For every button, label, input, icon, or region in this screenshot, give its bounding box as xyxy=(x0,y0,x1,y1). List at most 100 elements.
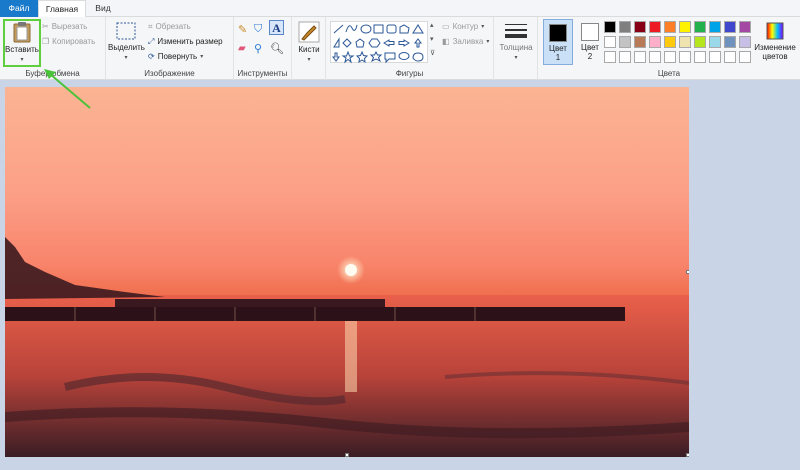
palette-swatch[interactable] xyxy=(739,21,751,33)
palette-swatch[interactable] xyxy=(739,36,751,48)
palette-swatch[interactable] xyxy=(694,21,706,33)
tools-group: ✎ ⛉ A ▰ ⚲ 🔍︎ Инструменты xyxy=(234,17,292,80)
select-button[interactable]: Выделить ▾ xyxy=(108,21,145,63)
fill-bucket-icon[interactable]: ⛉ xyxy=(254,23,262,36)
callout-cloud-shape-icon xyxy=(412,52,424,62)
workspace xyxy=(0,81,800,470)
chevron-down-icon: ▾ xyxy=(481,24,485,30)
selection-icon xyxy=(116,22,136,40)
color-picker-icon[interactable]: ⚲ xyxy=(254,42,262,55)
chevron-up-icon[interactable]: ▴ xyxy=(430,21,434,29)
tab-home[interactable]: Главная xyxy=(38,0,86,18)
palette-swatch[interactable] xyxy=(664,21,676,33)
shapes-gallery xyxy=(330,21,428,64)
resize-handle-bottom[interactable] xyxy=(345,453,349,457)
palette-swatch[interactable] xyxy=(649,51,661,63)
palette-swatch[interactable] xyxy=(619,36,631,48)
magnifier-icon[interactable]: 🔍︎ xyxy=(270,42,284,55)
copy-icon: ❐ xyxy=(42,37,50,46)
eraser-icon[interactable]: ▰ xyxy=(238,43,246,54)
palette-swatch[interactable] xyxy=(634,51,646,63)
palette-swatch[interactable] xyxy=(634,36,646,48)
palette-swatch[interactable] xyxy=(649,21,661,33)
color1-button[interactable]: Цвет 1 xyxy=(543,19,573,65)
size-button[interactable]: Толщина ▾ xyxy=(498,21,534,63)
palette-swatch[interactable] xyxy=(679,21,691,33)
color2-number: 2 xyxy=(587,52,593,61)
palette-swatch[interactable] xyxy=(724,21,736,33)
crop-label: Обрезать xyxy=(155,22,191,31)
palette-swatch[interactable] xyxy=(619,51,631,63)
palette-swatch[interactable] xyxy=(649,36,661,48)
palette-swatch[interactable] xyxy=(604,51,616,63)
color2-button[interactable]: Цвет 2 xyxy=(575,19,605,65)
shapes-group-label: Фигуры xyxy=(395,69,424,78)
chevron-down-icon[interactable]: ▾ xyxy=(307,57,310,63)
cut-button[interactable]: ✂ Вырезать xyxy=(42,22,87,32)
resize-handle-right[interactable] xyxy=(686,270,689,274)
rotate-icon: ⟳ xyxy=(148,52,155,61)
palette-swatch[interactable] xyxy=(709,36,721,48)
rotate-label: Повернуть xyxy=(157,52,198,61)
rounded-rect-shape-icon xyxy=(386,24,397,34)
brushes-button[interactable]: Кисти ▾ xyxy=(294,21,324,65)
edit-colors-button[interactable]: Изменение цветов xyxy=(752,21,798,61)
text-tool-icon[interactable]: A xyxy=(269,20,284,35)
palette-swatch[interactable] xyxy=(634,21,646,33)
fill-button[interactable]: ◧ Заливка ▾ xyxy=(442,37,489,47)
resize-handle-corner[interactable] xyxy=(686,453,689,457)
arrow-left-shape-icon xyxy=(398,39,410,47)
polygon-shape-icon xyxy=(399,24,410,34)
palette-swatch[interactable] xyxy=(724,36,736,48)
palette-swatch[interactable] xyxy=(664,36,676,48)
resize-icon: ⤢ xyxy=(148,37,155,46)
color2-swatch xyxy=(581,23,599,41)
shapes-icons xyxy=(332,24,424,64)
palette-swatch[interactable] xyxy=(679,36,691,48)
color2-label: Цвет xyxy=(581,43,599,52)
colors-group-label: Цвета xyxy=(657,69,681,78)
diamond-shape-icon xyxy=(342,38,352,48)
tab-file[interactable]: Файл xyxy=(0,0,38,17)
palette-swatch[interactable] xyxy=(619,21,631,33)
canvas[interactable] xyxy=(5,87,689,457)
palette-swatch[interactable] xyxy=(709,21,721,33)
star5-shape-icon xyxy=(355,50,369,64)
chevron-down-icon[interactable]: ▾ xyxy=(124,55,127,61)
size-label: Толщина xyxy=(499,43,533,52)
tools-group-label: Инструменты xyxy=(237,69,288,78)
resize-label: Изменить размер xyxy=(157,37,223,46)
ribbon-tabs: Файл Главная Вид xyxy=(0,0,800,18)
crop-icon: ⌗ xyxy=(148,22,153,31)
cut-label: Вырезать xyxy=(51,22,88,31)
fill-icon: ◧ xyxy=(442,37,450,46)
line-shape-icon xyxy=(333,24,344,34)
palette-swatch[interactable] xyxy=(694,36,706,48)
palette-swatch[interactable] xyxy=(739,51,751,63)
crop-button[interactable]: ⌗ Обрезать xyxy=(148,22,191,32)
palette-swatch[interactable] xyxy=(694,51,706,63)
color1-number: 1 xyxy=(555,53,561,62)
callout-oval-shape-icon xyxy=(398,52,410,60)
star6-shape-icon xyxy=(369,50,383,63)
tab-view[interactable]: Вид xyxy=(88,0,118,17)
palette-swatch[interactable] xyxy=(664,51,676,63)
pencil-icon[interactable]: ✎ xyxy=(238,23,247,36)
color1-swatch xyxy=(549,24,567,42)
brush-icon xyxy=(298,21,320,43)
rotate-button[interactable]: ⟳ Повернуть ▾ xyxy=(148,52,203,62)
palette-swatch[interactable] xyxy=(679,51,691,63)
chevron-down-icon[interactable]: ▾ xyxy=(430,35,434,43)
palette-swatch[interactable] xyxy=(709,51,721,63)
edit-colors-label: Изменение цветов xyxy=(754,43,796,61)
palette-swatch[interactable] xyxy=(724,51,736,63)
outline-button[interactable]: ▭ Контур ▾ xyxy=(442,22,484,32)
size-group: Толщина ▾ xyxy=(494,17,538,80)
more-shapes-icon[interactable]: ⊽ xyxy=(430,49,435,57)
palette-swatch[interactable] xyxy=(604,36,616,48)
fill-label: Заливка xyxy=(452,37,484,46)
palette-swatch[interactable] xyxy=(604,21,616,33)
triangle-shape-icon xyxy=(412,24,424,34)
copy-button[interactable]: ❐ Копировать xyxy=(42,37,95,47)
resize-button[interactable]: ⤢ Изменить размер xyxy=(148,37,223,47)
